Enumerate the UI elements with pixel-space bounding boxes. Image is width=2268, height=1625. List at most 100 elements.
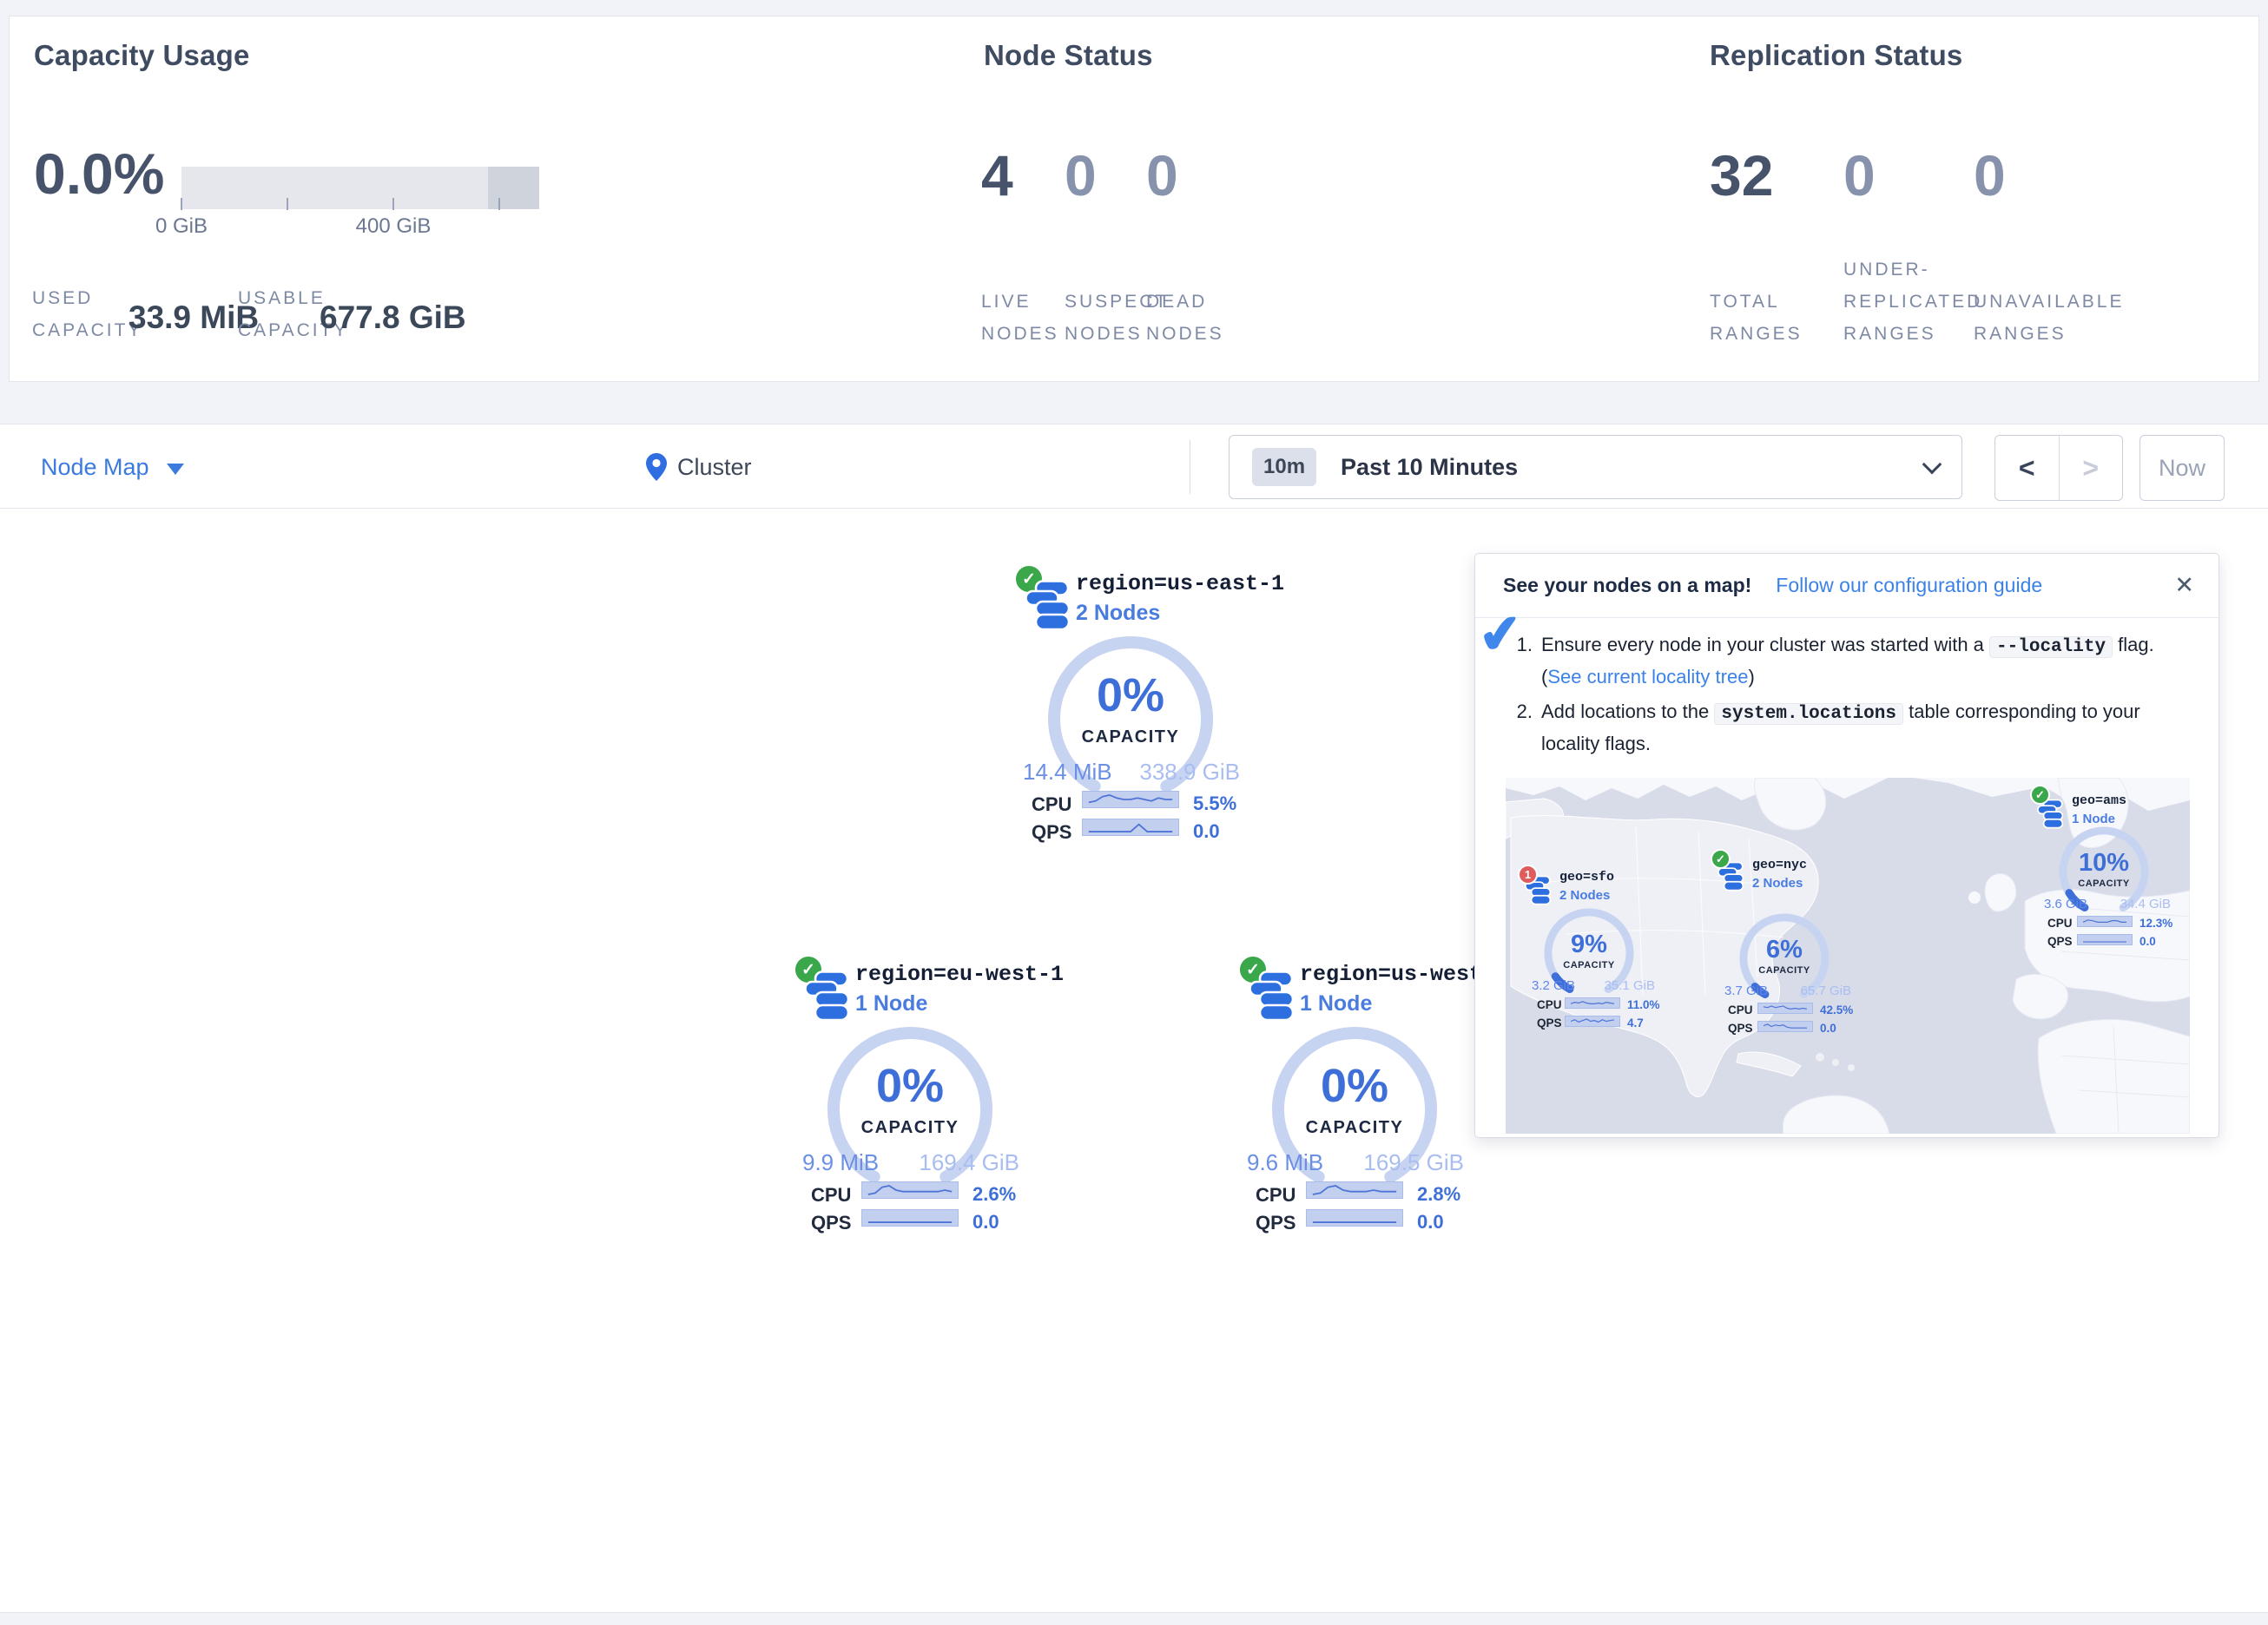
region-card-us-east-1[interactable]: ✓ region=us-east-1 2 Nodes 0% CAPACITY 1… bbox=[1009, 562, 1252, 862]
time-step-buttons: < > bbox=[1994, 435, 2123, 501]
capacity-bar bbox=[181, 167, 539, 209]
locality-flag-code: --locality bbox=[1989, 636, 2113, 658]
capacity-usage-title: Capacity Usage bbox=[34, 39, 250, 72]
total-value: 338.9 GiB bbox=[1113, 759, 1240, 786]
time-back-button[interactable]: < bbox=[1995, 436, 2060, 500]
view-toolbar: Node Map Cluster 10m Past 10 Minutes < >… bbox=[0, 424, 2268, 509]
under-replicated-label: UNDER-REPLICATEDRANGES bbox=[1843, 253, 1982, 350]
axis-tick bbox=[498, 198, 500, 210]
total-value: 65.7 GiB bbox=[1782, 984, 1851, 998]
capacity-percent: 10% bbox=[2047, 849, 2160, 878]
capacity-word: CAPACITY bbox=[806, 1118, 1014, 1138]
axis-tick-label: 400 GiB bbox=[324, 214, 463, 239]
qps-label: QPS bbox=[1032, 821, 1071, 844]
step-number: 2. bbox=[1510, 697, 1533, 759]
cpu-value: 12.3% bbox=[2139, 917, 2172, 930]
live-nodes-count: 4 bbox=[981, 147, 1013, 204]
qps-label: QPS bbox=[1537, 1016, 1562, 1030]
healthy-check-icon: ✓ bbox=[2030, 785, 2050, 805]
cpu-sparkline bbox=[1565, 997, 1620, 1009]
qps-sparkline bbox=[1565, 1016, 1620, 1027]
setup-steps: 1. Ensure every node in your cluster was… bbox=[1510, 630, 2187, 764]
region-title: region=eu-west-1 bbox=[855, 962, 1064, 987]
popup-header: See your nodes on a map! Follow our conf… bbox=[1475, 554, 2219, 618]
qps-value: 4.7 bbox=[1627, 1016, 1644, 1030]
used-value: 3.6 GiB bbox=[2044, 897, 2087, 911]
geo-node-count: 2 Nodes bbox=[1752, 876, 1803, 891]
region-node-count: 1 Node bbox=[1300, 991, 1372, 1016]
live-nodes-label: LIVENODES bbox=[981, 286, 1059, 350]
used-value: 9.9 MiB bbox=[802, 1149, 879, 1176]
database-stack-icon bbox=[1249, 970, 1294, 1023]
cpu-label: CPU bbox=[1032, 793, 1071, 816]
close-icon[interactable]: ✕ bbox=[2174, 572, 2194, 599]
system-locations-code: system.locations bbox=[1714, 703, 1903, 725]
region-card-eu-west-1[interactable]: ✓ region=eu-west-1 1 Node 0% CAPACITY 9.… bbox=[788, 953, 1032, 1253]
qps-sparkline bbox=[861, 1209, 959, 1227]
cluster-summary-panel: Capacity Usage 0.0% 0 GiB 400 GiB USEDCA… bbox=[9, 16, 2259, 382]
geo-title: geo=ams bbox=[2072, 793, 2126, 808]
qps-value: 0.0 bbox=[972, 1211, 1028, 1234]
used-value: 3.2 GiB bbox=[1532, 978, 1575, 993]
capacity-percent: 0% bbox=[806, 1059, 1014, 1113]
qps-sparkline bbox=[1757, 1021, 1813, 1032]
axis-tick bbox=[392, 198, 394, 210]
warning-count-badge: 1 bbox=[1518, 865, 1538, 885]
axis-tick-label: 0 GiB bbox=[112, 214, 251, 239]
replication-status-title: Replication Status bbox=[1710, 39, 1962, 72]
region-node-count: 2 Nodes bbox=[1076, 601, 1160, 626]
cpu-value: 2.8% bbox=[1417, 1183, 1473, 1206]
usable-capacity-value: 677.8 GiB bbox=[320, 299, 466, 336]
qps-label: QPS bbox=[811, 1212, 851, 1234]
capacity-word: CAPACITY bbox=[1026, 727, 1235, 747]
capacity-word: CAPACITY bbox=[1533, 960, 1645, 970]
geo-title: geo=sfo bbox=[1559, 870, 1614, 885]
time-range-select[interactable]: 10m Past 10 Minutes bbox=[1229, 435, 1962, 499]
qps-value: 0.0 bbox=[1417, 1211, 1473, 1234]
setup-step-1: 1. Ensure every node in your cluster was… bbox=[1510, 630, 2187, 692]
step-text: Add locations to the system.locations ta… bbox=[1541, 697, 2187, 759]
total-value: 34.4 GiB bbox=[2101, 897, 2171, 911]
used-value: 9.6 MiB bbox=[1247, 1149, 1323, 1176]
locality-tree-link[interactable]: See current locality tree bbox=[1547, 666, 1748, 688]
breadcrumb[interactable]: Cluster bbox=[646, 424, 752, 510]
now-button[interactable]: Now bbox=[2139, 435, 2225, 501]
qps-sparkline bbox=[1082, 819, 1179, 836]
qps-value: 0.0 bbox=[1820, 1022, 1836, 1035]
mini-world-map: 1 geo=sfo 2 Nodes 9% CAPACITY 3.2 GiB 35… bbox=[1506, 778, 2190, 1134]
capacity-word: CAPACITY bbox=[1728, 965, 1841, 976]
total-value: 169.5 GiB bbox=[1337, 1149, 1464, 1176]
cpu-sparkline bbox=[1082, 791, 1179, 808]
geo-title: geo=nyc bbox=[1752, 858, 1807, 872]
location-pin-icon bbox=[646, 453, 667, 481]
axis-tick bbox=[181, 198, 182, 210]
view-selector-node-map[interactable]: Node Map bbox=[41, 424, 184, 510]
capacity-percent: 0% bbox=[1026, 668, 1235, 722]
time-range-badge: 10m bbox=[1252, 448, 1316, 486]
node-map-page: Capacity Usage 0.0% 0 GiB 400 GiB USEDCA… bbox=[0, 0, 2268, 1625]
cpu-value: 11.0% bbox=[1627, 998, 1660, 1011]
database-stack-icon bbox=[804, 970, 849, 1023]
capacity-percent: 9% bbox=[1533, 931, 1645, 959]
healthy-check-icon: ✓ bbox=[1711, 849, 1731, 869]
used-capacity-label: USEDCAPACITY bbox=[32, 282, 142, 346]
qps-label: QPS bbox=[1256, 1212, 1296, 1234]
qps-value: 0.0 bbox=[2139, 935, 2156, 948]
cpu-label: CPU bbox=[1728, 1003, 1753, 1016]
cpu-label: CPU bbox=[811, 1184, 851, 1207]
capacity-percent: 6% bbox=[1728, 936, 1841, 964]
qps-value: 0.0 bbox=[1193, 820, 1249, 843]
nodes-on-map-popup: See your nodes on a map! Follow our conf… bbox=[1474, 553, 2219, 1138]
chevron-down-icon bbox=[167, 464, 184, 475]
blue-check-icon: ✔ bbox=[1475, 602, 1525, 668]
total-ranges-label: TOTALRANGES bbox=[1710, 286, 1803, 350]
region-title: region=us-east-1 bbox=[1076, 571, 1284, 596]
region-card-us-west-1[interactable]: ✓ region=us-west-1 1 Node 0% CAPACITY 9.… bbox=[1233, 953, 1476, 1253]
unavailable-ranges-count: 0 bbox=[1974, 147, 2006, 204]
dead-nodes-label: DEADNODES bbox=[1146, 286, 1224, 350]
used-value: 14.4 MiB bbox=[1023, 759, 1112, 786]
configuration-guide-link[interactable]: Follow our configuration guide bbox=[1776, 574, 2042, 597]
total-value: 35.1 GiB bbox=[1586, 978, 1655, 993]
qps-sparkline bbox=[2077, 934, 2133, 945]
cpu-label: CPU bbox=[1256, 1184, 1296, 1207]
